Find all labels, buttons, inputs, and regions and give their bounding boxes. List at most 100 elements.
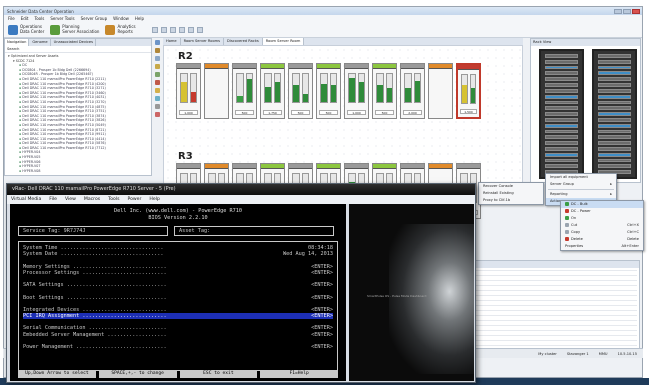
menu-shortcut: Delete bbox=[627, 237, 639, 241]
menu-item[interactable]: Tools bbox=[34, 16, 44, 21]
rack-elevation-left[interactable] bbox=[539, 49, 584, 179]
select-tool-icon[interactable] bbox=[155, 40, 160, 45]
context-menu-item[interactable]: Copy Ctrl+C bbox=[561, 229, 643, 236]
quick-action-icon[interactable] bbox=[151, 26, 158, 33]
rack[interactable]: 2,000 bbox=[400, 63, 425, 119]
rack[interactable]: 500 bbox=[316, 63, 341, 119]
link-tool-icon[interactable] bbox=[155, 104, 160, 109]
rack-unit-slot bbox=[545, 54, 578, 58]
vm-menu-item[interactable]: Virtual Media bbox=[11, 197, 41, 202]
rack[interactable] bbox=[204, 63, 229, 119]
bios-header: Dell Inc. (www.dell.com) - PowerEdge R71… bbox=[10, 208, 346, 221]
rack-unit-slot bbox=[598, 71, 631, 76]
bios-screen[interactable]: Dell Inc. (www.dell.com) - PowerEdge R71… bbox=[10, 204, 346, 381]
quick-action-icon[interactable] bbox=[178, 26, 185, 33]
rack[interactable]: 500 bbox=[232, 63, 257, 119]
floor-plan-canvas[interactable]: R2 1,000 500 1,750 500 500 1,000 500 2,000 1,500… bbox=[163, 45, 523, 219]
menu-item[interactable]: Edit bbox=[21, 16, 29, 21]
rack-unit-slot bbox=[598, 77, 631, 82]
navigation-search[interactable]: Search bbox=[5, 46, 151, 53]
context-menu-primary: Recover Console Reinstall Existing Proxy t… bbox=[478, 182, 544, 205]
context-menu-item[interactable]: Recover Console bbox=[479, 183, 543, 190]
rack-status-header bbox=[345, 164, 368, 169]
rack[interactable]: 1,000 bbox=[344, 63, 369, 119]
delete-tool-icon[interactable] bbox=[155, 112, 160, 117]
rack-elevation-right[interactable] bbox=[592, 49, 637, 179]
vm-menu-item[interactable]: View bbox=[65, 197, 76, 202]
canvas-tab[interactable]: Room Server Room bbox=[262, 38, 305, 45]
vm-menu-item[interactable]: Macros bbox=[84, 197, 100, 202]
rack[interactable] bbox=[428, 63, 453, 119]
canvas-tab[interactable]: Discovered Racks bbox=[224, 38, 263, 45]
cooling-tool-icon[interactable] bbox=[155, 96, 160, 101]
quick-action-icon[interactable] bbox=[187, 26, 194, 33]
label-tool-icon[interactable] bbox=[155, 72, 160, 77]
canvas-tab[interactable]: Home bbox=[163, 38, 181, 45]
context-menu-item[interactable]: Reporting ▸ bbox=[546, 191, 616, 198]
tree-item[interactable]: HYPER-V08 bbox=[7, 169, 149, 174]
rack[interactable]: 1,500 bbox=[456, 63, 481, 119]
menu-item-icon bbox=[565, 230, 569, 234]
rack-capacity-label: 500 bbox=[319, 110, 338, 115]
bios-setting-row[interactable]: Power Management .......................… bbox=[23, 344, 333, 350]
context-menu-item[interactable]: On bbox=[561, 215, 643, 222]
navigation-tab[interactable]: Navigation bbox=[5, 39, 30, 46]
rack[interactable]: 1,000 bbox=[176, 63, 201, 119]
rack-load-bar bbox=[376, 73, 384, 103]
navigation-tab[interactable]: Unassociated Devices bbox=[52, 39, 97, 46]
context-menu-item[interactable]: Reinstall Existing bbox=[479, 190, 543, 197]
navigation-tabs: Navigation Genome Unassociated Devices bbox=[5, 39, 151, 46]
app-menubar: File Edit Tools Server Tools Server Group Win… bbox=[4, 15, 642, 22]
vm-menu-item[interactable]: Power bbox=[128, 197, 142, 202]
menu-item[interactable]: Server Tools bbox=[50, 16, 74, 21]
rack-load-bar bbox=[404, 73, 412, 103]
menu-item[interactable]: Help bbox=[135, 16, 144, 21]
vm-console-window: vRac- Dell DRAC 110 mamailPro PowerEdge … bbox=[6, 183, 476, 383]
navigation-tab[interactable]: Genome bbox=[30, 39, 51, 46]
context-menu-item[interactable]: DC - Bulk bbox=[561, 201, 643, 208]
close-button[interactable] bbox=[632, 8, 640, 14]
rack[interactable]: 1,750 bbox=[260, 63, 285, 119]
context-menu-item[interactable]: DC - Power bbox=[561, 208, 643, 215]
context-menu-item[interactable]: Properties Alt+Enter bbox=[561, 243, 643, 250]
context-menu-item[interactable]: Cut Ctrl+X bbox=[561, 222, 643, 229]
measure-tool-icon[interactable] bbox=[155, 80, 160, 85]
quick-action-icon[interactable] bbox=[169, 26, 176, 33]
context-menu-item[interactable]: Proxy to Clif-1b bbox=[479, 197, 543, 204]
minimize-button[interactable] bbox=[614, 8, 622, 14]
menu-item-label: Import all equipment bbox=[550, 175, 588, 179]
quick-action-icon[interactable] bbox=[196, 26, 203, 33]
menu-item[interactable]: Server Group bbox=[81, 16, 108, 21]
rack-unit-slot bbox=[545, 141, 578, 145]
pan-tool-icon[interactable] bbox=[155, 64, 160, 69]
vm-menu-item[interactable]: Help bbox=[149, 197, 159, 202]
toolbar-button[interactable]: Planning Server Association bbox=[50, 24, 99, 35]
toolbar-button[interactable]: Operations Data Center bbox=[8, 24, 44, 35]
menu-shortcut: Ctrl+C bbox=[627, 230, 639, 234]
rack-load-bars bbox=[180, 73, 197, 103]
rack[interactable]: 500 bbox=[372, 63, 397, 119]
menu-item[interactable]: File bbox=[8, 16, 15, 21]
rack-load-bar bbox=[385, 73, 393, 103]
power-tool-icon[interactable] bbox=[155, 88, 160, 93]
toolbar-icon bbox=[8, 24, 18, 35]
canvas-tab[interactable]: Room Server Rooms bbox=[181, 38, 225, 45]
toolbar-button[interactable]: Analytics Reports bbox=[105, 24, 136, 35]
zoom-tool-icon[interactable] bbox=[155, 56, 160, 61]
rack-tool-icon[interactable] bbox=[155, 48, 160, 53]
vm-menu-item[interactable]: File bbox=[49, 197, 57, 202]
rack-unit-slot bbox=[545, 106, 578, 111]
menu-item[interactable]: Window bbox=[113, 16, 129, 21]
vm-menu-item[interactable]: Tools bbox=[108, 197, 119, 202]
vm-console-title: vRac- Dell DRAC 110 mamailPro PowerEdge … bbox=[7, 184, 475, 195]
context-menu-item[interactable]: Delete Delete bbox=[561, 236, 643, 243]
rack-unit-slot bbox=[598, 59, 631, 64]
rack-load-bar bbox=[348, 73, 356, 103]
context-menu-item[interactable]: Import all equipment bbox=[546, 174, 616, 181]
submenu-arrow-icon: ▸ bbox=[610, 192, 612, 196]
context-menu-item[interactable]: Server Group ▸ bbox=[546, 181, 616, 188]
maximize-button[interactable] bbox=[623, 8, 631, 14]
rack-unit-slot bbox=[545, 158, 578, 163]
rack[interactable]: 500 bbox=[288, 63, 313, 119]
quick-action-icon[interactable] bbox=[160, 26, 167, 33]
